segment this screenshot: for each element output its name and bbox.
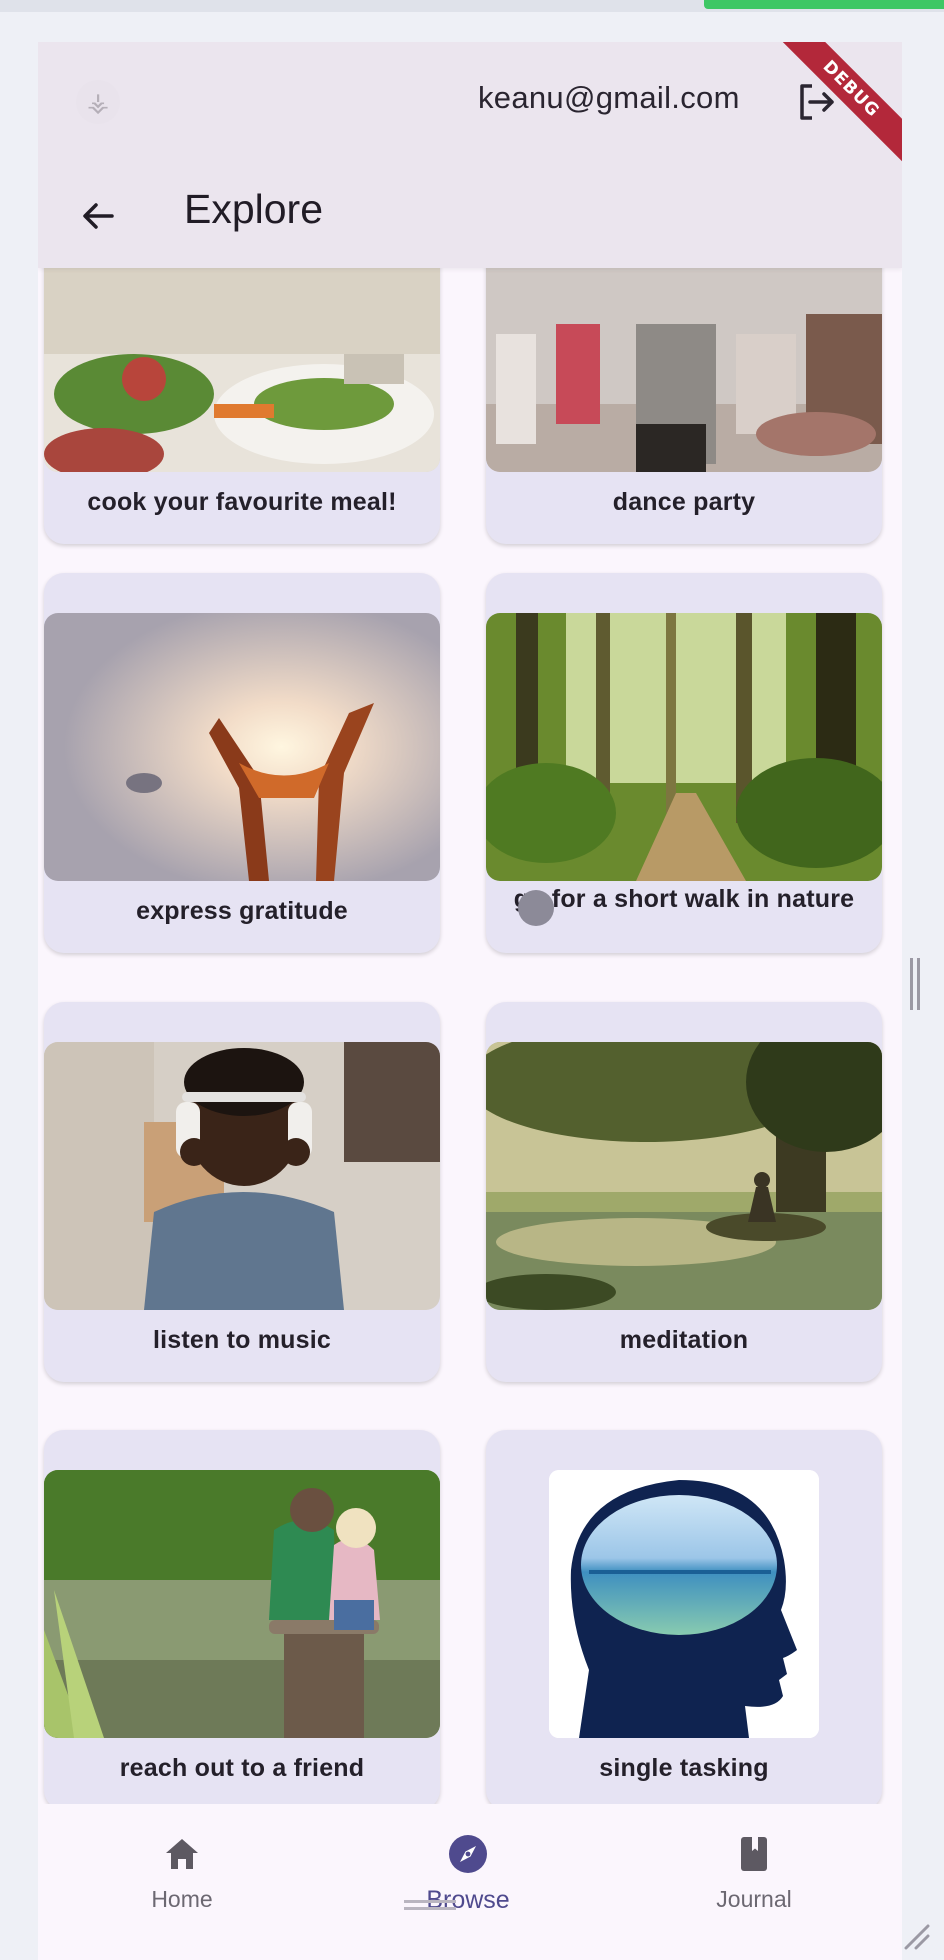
back-button[interactable] — [68, 186, 128, 246]
bottom-navigation: Home Browse Journal — [38, 1804, 902, 1960]
gratitude-photo — [44, 613, 440, 881]
brain-illustration — [549, 1470, 819, 1738]
activity-card-music[interactable]: listen to music — [44, 1002, 440, 1382]
card-label: dance party — [612, 488, 756, 516]
activity-card-meditation[interactable]: meditation — [486, 1002, 882, 1382]
card-label: meditation — [619, 1326, 749, 1354]
forest-walk-photo — [486, 613, 882, 881]
nav-browse[interactable]: Browse — [368, 1804, 568, 1934]
activity-card-single-tasking[interactable]: single tasking — [486, 1430, 882, 1810]
nav-home[interactable]: Home — [82, 1804, 282, 1934]
activity-card-friend[interactable]: reach out to a friend — [44, 1430, 440, 1810]
compass-icon — [446, 1832, 490, 1876]
app-logo-icon: ⚶ — [76, 80, 120, 124]
card-label: single tasking — [599, 1754, 769, 1782]
loading-progress-bar — [704, 0, 944, 9]
meditation-photo — [486, 1042, 882, 1310]
card-label: reach out to a friend — [119, 1754, 365, 1782]
activity-card-gratitude[interactable]: express gratitude — [44, 573, 440, 953]
resize-grip-icon[interactable] — [900, 1920, 930, 1950]
arrow-back-icon — [83, 203, 114, 229]
card-label: cook your favourite meal! — [87, 488, 397, 516]
page-title: Explore — [184, 186, 324, 232]
card-label: listen to music — [152, 1326, 332, 1354]
book-icon — [732, 1832, 776, 1876]
nav-journal[interactable]: Journal — [654, 1804, 854, 1934]
scroll-handle[interactable] — [910, 958, 920, 1010]
nav-journal-label: Journal — [716, 1886, 792, 1912]
friends-photo — [44, 1470, 440, 1738]
app-window: cook your favourite meal! dance party ex… — [38, 42, 902, 1960]
activity-grid[interactable]: cook your favourite meal! dance party ex… — [38, 42, 902, 1826]
nav-home-label: Home — [151, 1886, 213, 1912]
app-bar: ⚶ keanu@gmail.com DEBUG Explore — [38, 42, 902, 268]
music-photo — [44, 1042, 440, 1310]
card-label: express gratitude — [136, 897, 348, 925]
home-icon — [160, 1832, 204, 1876]
user-email: keanu@gmail.com — [478, 80, 740, 115]
touch-indicator — [518, 890, 554, 926]
drag-handle[interactable] — [404, 1900, 456, 1910]
